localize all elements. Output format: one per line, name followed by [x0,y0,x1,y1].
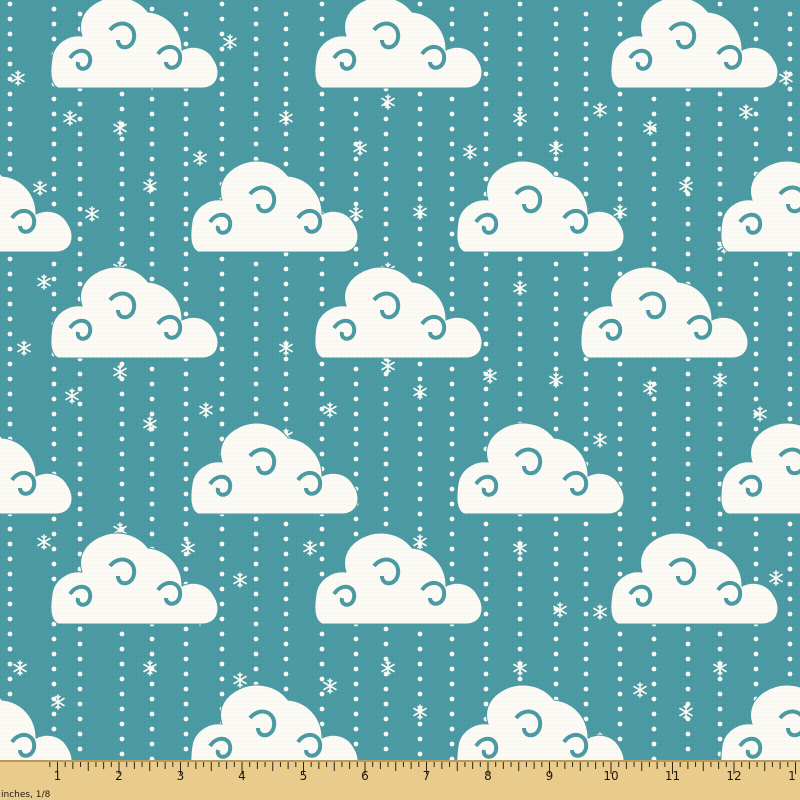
ruler-number: 11 [665,769,680,783]
fabric-pattern [0,0,800,760]
ruler-number: 1 [54,769,62,783]
ruler-number: 1 [788,769,796,783]
ruler-number: 2 [115,769,123,783]
ruler-number: 6 [361,769,369,783]
weave-texture [0,0,800,760]
ruler-edge [0,760,800,762]
ruler-number: 12 [726,769,741,783]
ruler-number: 7 [423,769,431,783]
ruler-number: 8 [484,769,492,783]
ruler-unit-label: inches, 1/8 [1,790,51,800]
ruler-number: 5 [300,769,308,783]
measuring-ruler: inches, 1/8 1 2 3 4 5 6 7 8 9 10 11 12 1 [0,760,800,800]
ruler-number: 3 [177,769,185,783]
ruler-number: 9 [546,769,554,783]
ruler-number: 4 [238,769,246,783]
ruler-number: 10 [603,769,618,783]
